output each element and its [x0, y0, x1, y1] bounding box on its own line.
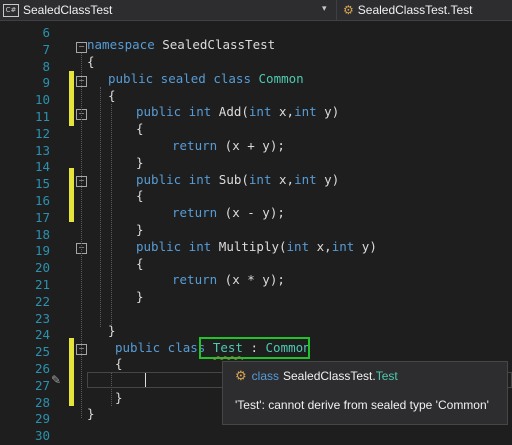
- code-line: }: [136, 222, 144, 237]
- quick-info-tooltip: ⚙ class SealedClassTest. Test 'Test': can…: [222, 361, 508, 425]
- line-number: 6: [42, 25, 50, 40]
- tooltip-type-name: Test: [375, 369, 398, 383]
- line-number: 22: [34, 293, 50, 309]
- line-number: 27: [34, 377, 50, 393]
- line-number: 21: [34, 277, 50, 292]
- code-line: }: [87, 406, 95, 421]
- tooltip-error-message: 'Test': cannot derive from sealed type '…: [235, 398, 489, 412]
- line-number: 14: [34, 159, 50, 175]
- line-number: 10: [34, 92, 50, 108]
- code-line: }: [136, 155, 144, 170]
- line-number: 24: [34, 327, 50, 343]
- line-number: 9: [42, 75, 50, 91]
- code-line: public int Add(int x,int y): [136, 104, 340, 119]
- code-line: {: [108, 88, 116, 103]
- class-selector-label: SealedClassTest.Test: [357, 3, 473, 17]
- code-line: {: [87, 54, 95, 69]
- line-number: 30: [34, 428, 50, 444]
- project-name: SealedClassTest: [23, 3, 113, 17]
- code-line: }: [115, 390, 123, 405]
- code-line: }: [136, 289, 144, 304]
- code-line: {: [136, 121, 144, 136]
- line-number: 29: [34, 411, 50, 427]
- tooltip-kind: class: [251, 369, 279, 383]
- csharp-project-icon: C#: [3, 3, 19, 17]
- chevron-down-icon[interactable]: ▾: [322, 3, 327, 14]
- line-number: 26: [34, 361, 50, 376]
- line-number: 15: [34, 176, 50, 192]
- line-number: 19: [34, 243, 50, 259]
- fold-minus-icon[interactable]: −: [76, 42, 87, 53]
- code-line: }: [108, 323, 116, 338]
- navigation-bar: C# SealedClassTest ▾ ⚙ SealedClassTest.T…: [0, 0, 512, 21]
- class-selector[interactable]: ⚙ SealedClassTest.Test: [336, 0, 512, 20]
- line-number: 12: [34, 125, 50, 141]
- indent-guide: [100, 87, 101, 327]
- line-number: 13: [34, 142, 50, 158]
- line-number: 28: [34, 394, 50, 410]
- line-number: 23: [34, 310, 50, 326]
- code-line: public int Multiply(int x,int y): [136, 239, 377, 254]
- line-number: 25: [34, 344, 50, 360]
- indent-guide: [111, 104, 112, 329]
- line-number: 16: [34, 193, 50, 208]
- class-icon: ⚙: [235, 368, 247, 383]
- line-number: 17: [34, 209, 50, 225]
- code-line: return (x - y);: [172, 205, 285, 220]
- pencil-icon[interactable]: ✎: [51, 373, 65, 387]
- change-bar: [69, 168, 74, 222]
- code-line: namespace SealedClassTest: [87, 37, 276, 52]
- code-line: public sealed class Common: [108, 71, 304, 86]
- line-number: 7: [42, 41, 50, 57]
- text-caret: [145, 373, 146, 387]
- code-line: {: [136, 256, 144, 271]
- change-bar: [69, 338, 74, 406]
- line-number: 8: [42, 58, 50, 74]
- fold-guide: [81, 53, 82, 418]
- line-number: 18: [34, 226, 50, 242]
- tooltip-namespace: SealedClassTest.: [283, 369, 376, 383]
- class-icon: ⚙: [343, 3, 354, 17]
- project-selector[interactable]: C# SealedClassTest ▾: [0, 0, 332, 20]
- code-line: {: [115, 356, 123, 371]
- code-line: {: [136, 188, 144, 203]
- tooltip-signature: ⚙ class SealedClassTest. Test: [235, 368, 398, 384]
- line-number: 20: [34, 260, 50, 276]
- code-line: public int Sub(int x,int y): [136, 172, 340, 187]
- line-number: 11: [34, 109, 50, 124]
- code-line: return (x * y);: [172, 272, 285, 287]
- change-bar: [69, 71, 74, 126]
- code-line: return (x + y);: [172, 138, 285, 153]
- annotation-highlight-box: [199, 337, 310, 359]
